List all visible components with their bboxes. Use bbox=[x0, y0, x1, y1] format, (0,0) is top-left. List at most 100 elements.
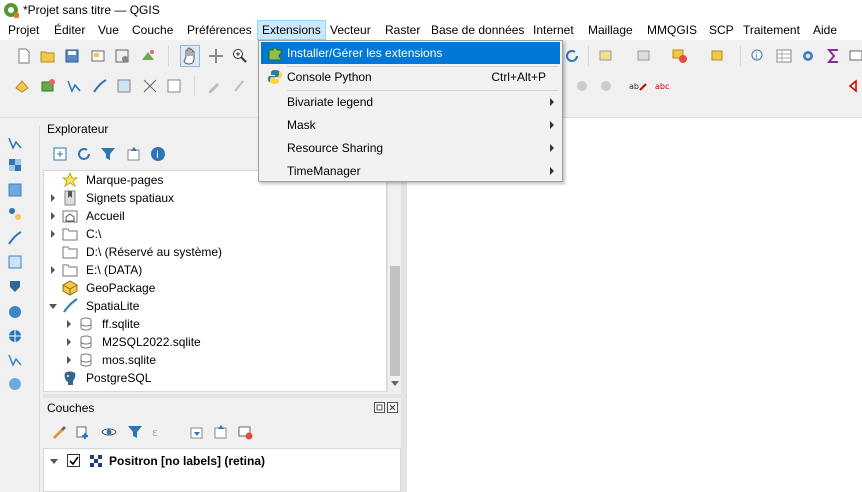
filter-legend-icon[interactable] bbox=[127, 424, 143, 440]
menu-internet[interactable]: Internet bbox=[529, 20, 578, 40]
pin-labels-icon[interactable] bbox=[598, 78, 614, 94]
label-tool-icon[interactable] bbox=[574, 78, 590, 94]
menu-aide[interactable]: Aide bbox=[809, 20, 841, 40]
refresh-explorer-icon[interactable] bbox=[76, 146, 92, 162]
tree-item-geopackage[interactable]: GeoPackage bbox=[44, 279, 386, 297]
current-edits-icon[interactable] bbox=[206, 78, 222, 94]
add-wcs-icon[interactable] bbox=[7, 328, 23, 344]
expand-all-icon[interactable] bbox=[189, 424, 205, 440]
close-panel-icon[interactable] bbox=[387, 402, 398, 413]
filter-expression-icon[interactable]: ε bbox=[151, 424, 167, 440]
open-project-icon[interactable] bbox=[40, 48, 56, 64]
menu-item-console-python[interactable]: Console Python Ctrl+Alt+P bbox=[261, 66, 560, 88]
menu-vue[interactable]: Vue bbox=[94, 20, 123, 40]
add-xyz-icon[interactable] bbox=[7, 352, 23, 368]
annotation-icon[interactable] bbox=[848, 48, 862, 64]
filter-explorer-icon[interactable] bbox=[100, 146, 116, 162]
menu-raster[interactable]: Raster bbox=[381, 20, 424, 40]
label-abc-red-icon[interactable]: abc bbox=[654, 78, 676, 94]
add-raster-icon[interactable] bbox=[7, 157, 23, 173]
add-arcgis-icon[interactable] bbox=[7, 376, 23, 392]
zoom-in-icon[interactable] bbox=[232, 48, 248, 64]
expand-arrow-icon[interactable] bbox=[51, 230, 55, 238]
refresh-icon[interactable] bbox=[564, 48, 580, 64]
properties-info-icon[interactable]: i bbox=[150, 146, 166, 162]
select-by-value-icon[interactable] bbox=[636, 48, 652, 64]
expand-arrow-icon[interactable] bbox=[67, 320, 71, 328]
tree-item-c-drive[interactable]: C:\ bbox=[44, 225, 386, 243]
expand-arrow-icon[interactable] bbox=[67, 338, 71, 346]
tree-item-postgresql[interactable]: PostgreSQL bbox=[44, 369, 386, 387]
add-wms-icon[interactable] bbox=[7, 206, 23, 222]
toggle-editing-icon[interactable] bbox=[232, 78, 248, 94]
collapse-layers-icon[interactable] bbox=[213, 424, 229, 440]
menu-item-installer-gerer-extensions[interactable]: Installer/Gérer les extensions bbox=[261, 42, 560, 64]
select-location-icon[interactable] bbox=[710, 48, 726, 64]
tree-item-spatialite[interactable]: SpatiaLite bbox=[44, 297, 386, 315]
expand-arrow-icon[interactable] bbox=[51, 194, 55, 202]
tree-item-mos-sqlite[interactable]: mos.sqlite bbox=[44, 351, 386, 369]
data-source-manager-icon[interactable] bbox=[14, 78, 30, 94]
save-project-icon[interactable] bbox=[64, 48, 80, 64]
collapse-arrow-icon[interactable] bbox=[49, 304, 57, 309]
add-spatialite-icon[interactable] bbox=[7, 230, 23, 246]
label-abc-icon[interactable]: ab bbox=[628, 78, 650, 94]
identify-icon[interactable]: i bbox=[750, 48, 766, 64]
expand-arrow-icon[interactable] bbox=[51, 212, 55, 220]
menu-mmqgis[interactable]: MMQGIS bbox=[643, 20, 701, 40]
menu-base-de-donnees[interactable]: Base de données bbox=[427, 20, 528, 40]
select-features-icon[interactable] bbox=[598, 48, 614, 64]
menu-preferences[interactable]: Préférences bbox=[183, 20, 256, 40]
pan-map-icon[interactable] bbox=[180, 45, 200, 67]
menu-couche[interactable]: Couche bbox=[128, 20, 177, 40]
print-layout-icon[interactable] bbox=[90, 48, 106, 64]
tree-item-accueil[interactable]: Accueil bbox=[44, 207, 386, 225]
expand-arrow-icon[interactable] bbox=[67, 356, 71, 364]
layer-visibility-checkbox[interactable] bbox=[67, 454, 80, 467]
menu-item-timemanager[interactable]: TimeManager bbox=[261, 160, 560, 182]
add-postgis-icon[interactable] bbox=[7, 278, 23, 294]
expand-arrow-icon[interactable] bbox=[51, 266, 55, 274]
add-wfs-icon[interactable] bbox=[7, 304, 23, 320]
add-vector-layer-icon[interactable] bbox=[66, 78, 82, 94]
menu-maillage[interactable]: Maillage bbox=[584, 20, 637, 40]
menu-editer[interactable]: Éditer bbox=[50, 20, 89, 40]
add-delimited-layer-icon[interactable] bbox=[166, 78, 182, 94]
add-virtual-layer-icon[interactable] bbox=[7, 254, 23, 270]
visibility-eye-icon[interactable] bbox=[101, 424, 117, 440]
tree-item-d-drive[interactable]: D:\ (Réservé au système) bbox=[44, 243, 386, 261]
attribute-table-icon[interactable] bbox=[776, 48, 792, 64]
menu-item-bivariate-legend[interactable]: Bivariate legend bbox=[261, 91, 560, 113]
add-raster-layer-icon[interactable] bbox=[116, 78, 132, 94]
menu-traitement[interactable]: Traitement bbox=[739, 20, 804, 40]
settings-gear-icon[interactable] bbox=[800, 48, 816, 64]
tree-item-ff-sqlite[interactable]: ff.sqlite bbox=[44, 315, 386, 333]
add-selected-layers-icon[interactable] bbox=[52, 146, 68, 162]
add-mesh-layer-icon[interactable] bbox=[142, 78, 158, 94]
layer-row-positron[interactable]: Positron [no labels] (retina) bbox=[44, 452, 400, 470]
menu-item-mask[interactable]: Mask bbox=[261, 114, 560, 136]
statistics-sigma-icon[interactable] bbox=[826, 48, 842, 64]
add-group-icon[interactable] bbox=[75, 424, 91, 440]
menu-scp[interactable]: SCP bbox=[705, 20, 738, 40]
layer-style-brush-icon[interactable] bbox=[51, 424, 67, 440]
float-panel-icon[interactable] bbox=[374, 402, 385, 413]
layout-manager-icon[interactable] bbox=[114, 48, 130, 64]
explorer-scrollbar[interactable] bbox=[387, 170, 401, 392]
menu-vecteur[interactable]: Vecteur bbox=[326, 20, 375, 40]
scroll-thumb[interactable] bbox=[390, 266, 400, 376]
add-mesh-icon[interactable] bbox=[7, 182, 23, 198]
menu-projet[interactable]: Projet bbox=[4, 20, 43, 40]
add-spatialite-layer-icon[interactable] bbox=[92, 78, 108, 94]
collapse-arrow-icon[interactable] bbox=[50, 459, 58, 464]
remove-layer-icon[interactable] bbox=[237, 424, 253, 440]
deselect-icon[interactable] bbox=[672, 48, 688, 64]
menu-item-resource-sharing[interactable]: Resource Sharing bbox=[261, 137, 560, 159]
tree-item-e-drive[interactable]: E:\ (DATA) bbox=[44, 261, 386, 279]
menu-extensions[interactable]: Extensions bbox=[257, 20, 326, 40]
style-manager-icon[interactable] bbox=[140, 48, 156, 64]
add-vector-icon[interactable] bbox=[7, 135, 23, 151]
tree-item-signets-spatiaux[interactable]: Signets spatiaux bbox=[44, 189, 386, 207]
scroll-down-icon[interactable] bbox=[391, 381, 399, 386]
tree-item-m2sql2022-sqlite[interactable]: M2SQL2022.sqlite bbox=[44, 333, 386, 351]
